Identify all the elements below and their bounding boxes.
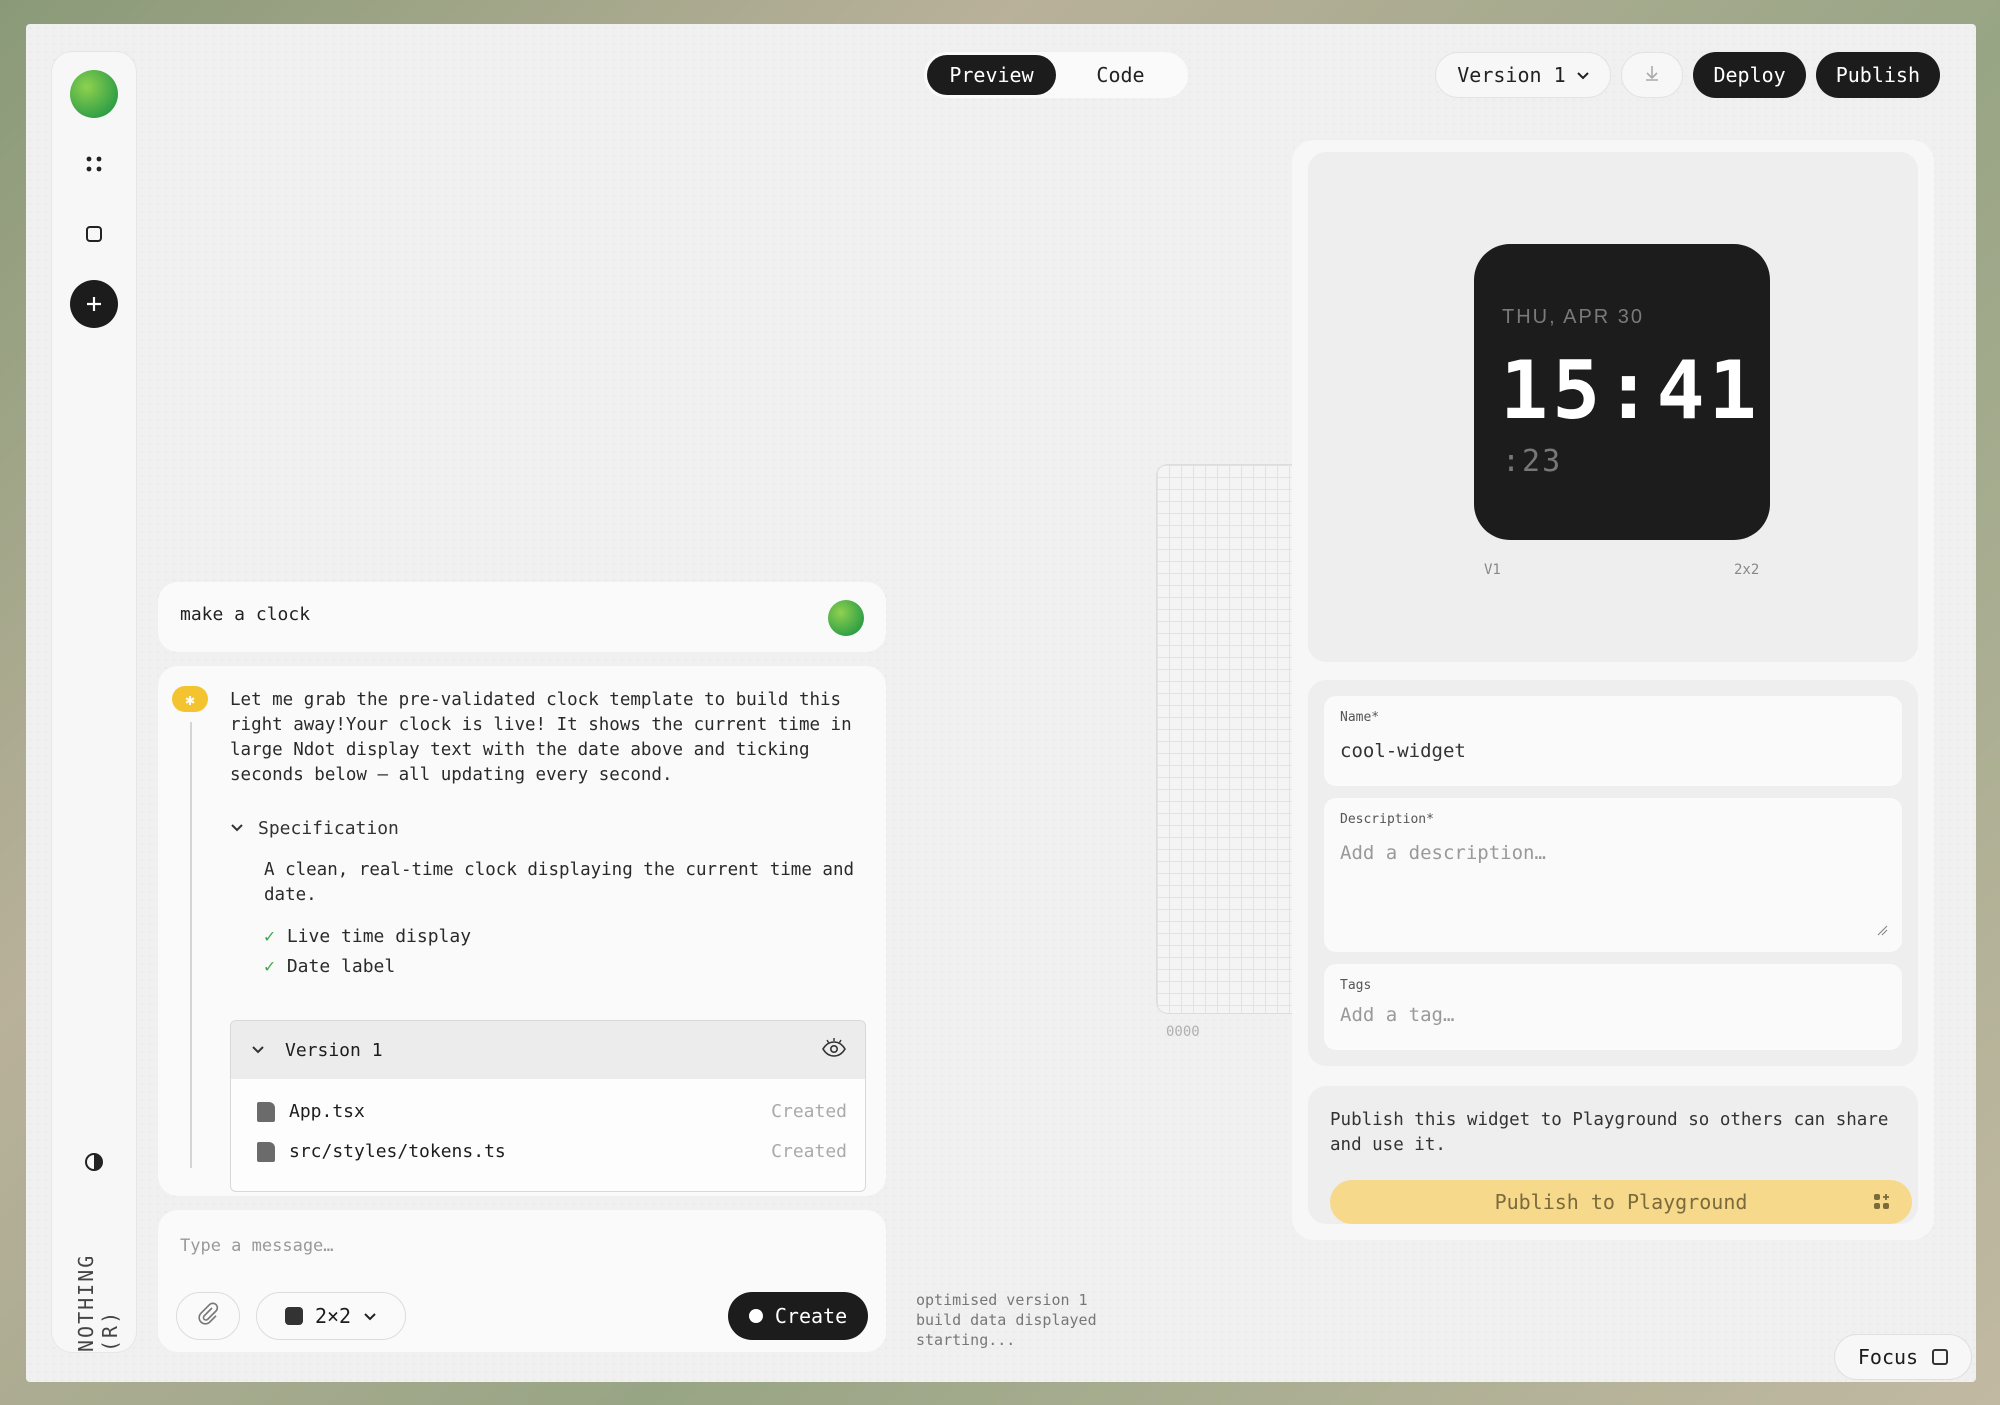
create-button[interactable]: Create: [728, 1292, 868, 1340]
version-card-header[interactable]: Version 1: [231, 1021, 865, 1079]
attach-button[interactable]: [176, 1292, 240, 1340]
canvas-grid-label: 0000: [1166, 1024, 1200, 1040]
new-widget-button[interactable]: [70, 280, 118, 328]
clock-date: THU, APR 30: [1502, 306, 1645, 328]
size-select-label: 2×2: [314, 1304, 352, 1328]
chevron-down-icon: [1576, 63, 1590, 87]
left-rail: NOTHING (R): [52, 52, 136, 1352]
version-card: Version 1 App.tsx Created src/styles/tok…: [230, 1020, 866, 1192]
assistant-message-text: Let me grab the pre-validated clock temp…: [230, 690, 852, 785]
download-button[interactable]: [1621, 52, 1684, 98]
focus-toggle[interactable]: Focus: [1834, 1334, 1972, 1380]
version-select-label: Version 1: [1457, 63, 1566, 87]
file-icon: [257, 1101, 275, 1122]
grid-add-icon: [1872, 1192, 1892, 1217]
tab-preview[interactable]: Preview: [927, 55, 1056, 95]
name-field[interactable]: Name* cool-widget: [1324, 696, 1902, 786]
publish-form: Name* cool-widget Description* Add a des…: [1308, 680, 1918, 1066]
download-icon: [1643, 63, 1661, 87]
clock-seconds: :23: [1502, 444, 1563, 479]
user-avatar: [828, 600, 864, 636]
file-icon: [257, 1141, 275, 1162]
checkbox-icon: [1932, 1349, 1949, 1365]
specification-toggle[interactable]: Specification: [230, 818, 399, 839]
chevron-down-icon: [230, 818, 244, 839]
version-tag: V1: [1484, 562, 1501, 578]
publish-section: Publish this widget to Playground so oth…: [1308, 1086, 1918, 1224]
spec-item-label: Live time display: [286, 926, 472, 947]
specification-title: Specification: [258, 818, 399, 839]
thread-line: [190, 722, 192, 1168]
widget-preview-area: THU, APR 30 15:41 :23 V1 2x2: [1308, 152, 1918, 662]
tags-input[interactable]: Add a tag…: [1340, 1004, 1454, 1026]
file-status: Created: [771, 1141, 847, 1162]
check-icon: ✓: [264, 926, 275, 947]
name-input[interactable]: cool-widget: [1340, 740, 1466, 762]
clock-time: 15:41: [1500, 344, 1761, 437]
tags-field[interactable]: Tags Add a tag…: [1324, 964, 1902, 1050]
deploy-button[interactable]: Deploy: [1693, 52, 1806, 98]
size-tag: 2x2: [1734, 562, 1760, 578]
log-line: starting...: [916, 1331, 1016, 1349]
user-message-text: make a clock: [180, 604, 311, 625]
message-composer: Type a message… 2×2 Create: [158, 1210, 886, 1352]
avatar[interactable]: [70, 70, 118, 118]
paperclip-icon: [196, 1302, 220, 1330]
build-log: optimised version 1 build data displayed…: [916, 1290, 1097, 1350]
publish-to-playground-label: Publish to Playground: [1494, 1190, 1748, 1214]
publish-to-playground-button[interactable]: Publish to Playground: [1330, 1180, 1912, 1224]
sparkle-icon: ✱: [172, 686, 208, 712]
widget-size-icon: [284, 1307, 303, 1325]
file-row[interactable]: src/styles/tokens.ts Created: [257, 1141, 847, 1162]
file-status: Created: [771, 1101, 847, 1122]
chevron-down-icon: [363, 1304, 377, 1328]
spec-item-label: Date label: [286, 956, 396, 977]
message-input[interactable]: Type a message…: [180, 1236, 334, 1256]
assistant-message: ✱ Let me grab the pre-validated clock te…: [158, 666, 886, 1196]
log-line: optimised version 1: [916, 1291, 1088, 1309]
description-field-label: Description*: [1340, 812, 1434, 827]
app-window: NOTHING (R) Preview Code Version 1 Deplo…: [26, 24, 1976, 1382]
top-actions: Version 1 Deploy Publish: [1435, 52, 1940, 98]
version-select[interactable]: Version 1: [1435, 52, 1612, 98]
spec-item: ✓ Live time display: [264, 926, 471, 947]
view-toggle: Preview Code: [924, 52, 1188, 98]
specification-description: A clean, real-time clock displaying the …: [264, 860, 855, 905]
version-card-title: Version 1: [285, 1039, 383, 1061]
square-icon[interactable]: [70, 210, 118, 258]
apps-grid-icon[interactable]: [70, 140, 118, 188]
publish-panel: THU, APR 30 15:41 :23 V1 2x2 Name* cool-…: [1292, 140, 1934, 1240]
theme-toggle-icon[interactable]: [70, 1138, 118, 1186]
spec-item: ✓ Date label: [264, 956, 395, 977]
file-name: App.tsx: [289, 1101, 365, 1122]
chevron-down-icon: [251, 1040, 265, 1061]
description-input[interactable]: Add a description…: [1340, 842, 1546, 864]
name-field-label: Name*: [1340, 710, 1380, 725]
tags-field-label: Tags: [1340, 978, 1372, 993]
create-button-label: Create: [774, 1304, 848, 1328]
file-name: src/styles/tokens.ts: [289, 1141, 506, 1162]
user-message: make a clock: [158, 582, 886, 652]
tab-code[interactable]: Code: [1056, 55, 1185, 95]
publish-note: Publish this widget to Playground so oth…: [1330, 1110, 1889, 1155]
focus-label: Focus: [1857, 1345, 1919, 1369]
eye-icon[interactable]: [821, 1037, 847, 1064]
clock-widget[interactable]: THU, APR 30 15:41 :23: [1474, 244, 1770, 540]
brand-logo: NOTHING (R): [74, 1253, 122, 1352]
log-line: build data displayed: [916, 1311, 1097, 1329]
record-dot-icon: [748, 1309, 763, 1323]
file-row[interactable]: App.tsx Created: [257, 1101, 847, 1122]
description-field[interactable]: Description* Add a description…: [1324, 798, 1902, 952]
resize-handle-icon[interactable]: [1876, 921, 1888, 940]
publish-button[interactable]: Publish: [1815, 52, 1940, 98]
size-select[interactable]: 2×2: [256, 1292, 406, 1340]
check-icon: ✓: [264, 956, 275, 977]
